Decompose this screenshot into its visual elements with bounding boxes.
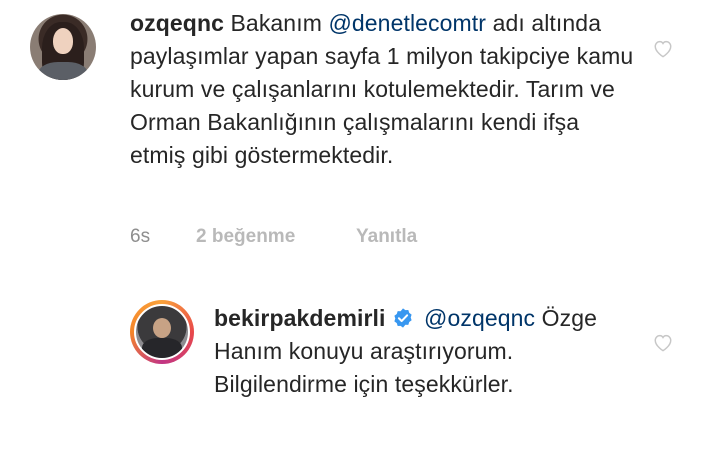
- comment-username[interactable]: bekirpakdemirli: [214, 305, 386, 331]
- verified-badge-icon: [392, 307, 414, 329]
- comment-username[interactable]: ozqeqnc: [130, 10, 224, 36]
- user-avatar[interactable]: [30, 14, 96, 80]
- comment-text: ozqeqnc Bakanım @denetlecomtr adı altınd…: [130, 7, 640, 172]
- comment-time[interactable]: 6s: [130, 226, 150, 248]
- avatar-suit: [142, 338, 182, 358]
- reply-button[interactable]: Yanıtla: [356, 226, 417, 248]
- avatar-face: [53, 28, 73, 54]
- heart-icon[interactable]: [652, 38, 674, 58]
- mention-link[interactable]: @denetlecomtr: [328, 10, 486, 36]
- comment-body-start: Bakanım: [230, 10, 322, 36]
- comment-text: bekirpakdemirli @ozqeqnc Özge Hanım konu…: [214, 302, 644, 401]
- heart-icon[interactable]: [652, 332, 674, 352]
- mention-link[interactable]: @ozqeqnc: [424, 305, 535, 331]
- avatar-body: [38, 62, 88, 80]
- avatar-head: [153, 318, 171, 338]
- user-avatar[interactable]: [134, 304, 190, 360]
- likes-count[interactable]: 2 beğenme: [196, 226, 295, 248]
